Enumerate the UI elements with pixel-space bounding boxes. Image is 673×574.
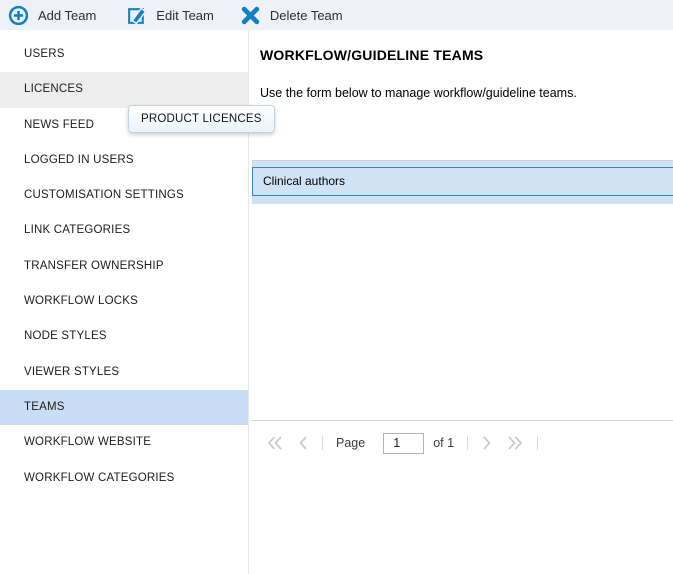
pager-separator <box>537 436 538 450</box>
add-team-label: Add Team <box>38 8 96 23</box>
sidebar-item-workflow-website[interactable]: WORKFLOW WEBSITE <box>0 425 248 460</box>
add-team-button[interactable]: Add Team <box>8 0 96 30</box>
delete-team-button[interactable]: Delete Team <box>240 0 343 30</box>
page-title: WORKFLOW/GUIDELINE TEAMS <box>260 47 483 63</box>
sidebar-item-workflow-locks[interactable]: WORKFLOW LOCKS <box>0 284 248 319</box>
edit-team-label: Edit Team <box>156 8 214 23</box>
sidebar-item-customisation-settings[interactable]: CUSTOMISATION SETTINGS <box>0 178 248 213</box>
first-page-button[interactable] <box>266 435 284 451</box>
delete-team-label: Delete Team <box>270 8 343 23</box>
sidebar-item-viewer-styles[interactable]: VIEWER STYLES <box>0 355 248 390</box>
page-count-label: of 1 <box>433 436 454 450</box>
sidebar-item-transfer-ownership[interactable]: TRANSFER OWNERSHIP <box>0 249 248 284</box>
licences-tooltip: PRODUCT LICENCES <box>128 105 275 133</box>
double-chevron-right-icon <box>506 435 524 451</box>
page-number-input[interactable] <box>383 433 424 454</box>
double-chevron-left-icon <box>266 435 284 451</box>
delete-x-icon <box>240 5 261 26</box>
add-circle-icon <box>8 5 29 26</box>
last-page-button[interactable] <box>506 435 524 451</box>
next-page-button[interactable] <box>481 435 493 451</box>
sidebar-item-teams[interactable]: TEAMS <box>0 390 248 425</box>
pager-separator <box>322 436 323 450</box>
main-content: WORKFLOW/GUIDELINE TEAMS Use the form be… <box>249 30 673 574</box>
prev-page-button[interactable] <box>297 435 309 451</box>
sidebar-item-node-styles[interactable]: NODE STYLES <box>0 319 248 354</box>
sidebar-item-workflow-categories[interactable]: WORKFLOW CATEGORIES <box>0 461 248 496</box>
sidebar-item-licences[interactable]: LICENCES <box>0 72 248 107</box>
chevron-right-icon <box>481 435 493 451</box>
edit-pencil-icon <box>126 5 147 26</box>
sidebar-item-logged-in-users[interactable]: LOGGED IN USERS <box>0 143 248 178</box>
toolbar: Add Team Edit Team Delete Team <box>0 0 673 30</box>
pagination-toolbar: Page of 1 <box>252 420 673 465</box>
sidebar-item-users[interactable]: USERS <box>0 37 248 72</box>
teams-grid: Clinical authors <box>252 160 673 204</box>
edit-team-button[interactable]: Edit Team <box>126 0 214 30</box>
pager-separator <box>467 436 468 450</box>
team-row-clinical-authors[interactable]: Clinical authors <box>252 167 673 196</box>
page-label: Page <box>336 436 365 450</box>
sidebar-item-link-categories[interactable]: LINK CATEGORIES <box>0 213 248 248</box>
chevron-left-icon <box>297 435 309 451</box>
page-description: Use the form below to manage workflow/gu… <box>260 86 577 100</box>
